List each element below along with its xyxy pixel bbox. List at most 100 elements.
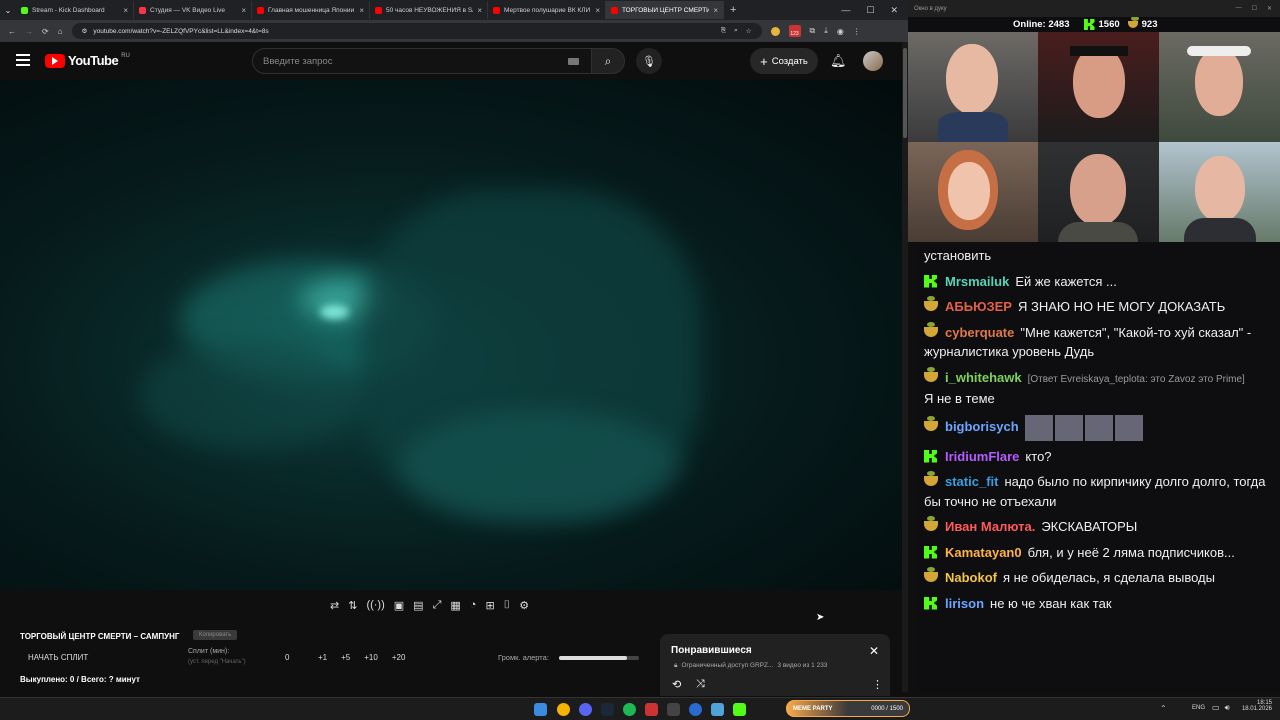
chat-username[interactable]: i_whitehawk (945, 370, 1022, 385)
app-gray-icon[interactable] (667, 703, 680, 716)
tab-close-icon[interactable]: × (359, 6, 364, 15)
bookmark-star-icon[interactable]: ☆ (746, 27, 752, 35)
kick-app-icon[interactable] (733, 703, 746, 716)
clock[interactable]: 18:15 18.01.2026 (1236, 700, 1272, 712)
telegram-icon[interactable] (711, 703, 724, 716)
chat-scrollbar[interactable] (1274, 243, 1280, 693)
chat-messages[interactable]: установить Mrsmailuk Ей же кажется ... АБЬЮ… (918, 243, 1280, 693)
page-scrollbar-thumb[interactable] (903, 48, 907, 138)
start-menu-icon[interactable] (534, 703, 547, 716)
install-icon[interactable]: ⎘ (721, 27, 726, 35)
chat-username[interactable]: Иван Малюта. (945, 519, 1035, 534)
forward-icon[interactable]: → (25, 27, 33, 36)
tab-close-icon[interactable]: × (477, 6, 482, 15)
speed-icon[interactable]: ◔ (470, 599, 477, 612)
profile-icon[interactable]: ◉ (837, 27, 844, 36)
minimize-icon[interactable]: — (841, 5, 850, 16)
extension-badge-icon[interactable]: 123 (788, 25, 801, 37)
search-button[interactable]: ⌕ (591, 48, 625, 74)
shuffle-icon[interactable]: ⤨ (696, 678, 705, 691)
discord-icon[interactable] (579, 703, 592, 716)
add-screen-icon[interactable]: ⊞ (485, 599, 494, 612)
chat-username[interactable]: static_fit (945, 474, 998, 489)
chat-username[interactable]: Nabokof (945, 570, 997, 585)
close-window-icon[interactable]: ✕ (890, 5, 898, 16)
tab-favicon-icon (375, 6, 382, 14)
site-info-icon[interactable]: ⚙ (82, 27, 88, 35)
app-red-icon[interactable] (645, 703, 658, 716)
broadcast-icon[interactable]: ((·)) (366, 599, 384, 612)
video-player[interactable] (0, 80, 902, 590)
voice-search-button[interactable]: 🎙︎ (636, 48, 662, 74)
language-indicator[interactable]: ENG (1192, 705, 1205, 711)
back-icon[interactable]: ← (8, 27, 16, 36)
split-step-button[interactable]: +20 (392, 653, 406, 662)
split-step-button[interactable]: +10 (364, 653, 378, 662)
extension-yellow-icon[interactable] (770, 26, 780, 36)
meme-party-widget[interactable]: MEME PARTY 0000 / 1500 (786, 700, 910, 717)
new-tab-button[interactable]: + (724, 4, 742, 16)
chat-username[interactable]: Mrsmailuk (945, 274, 1009, 289)
resize-icon[interactable]: ⤢ (433, 599, 442, 612)
chat-minimize-icon[interactable]: — (1236, 5, 1242, 12)
network-icon[interactable]: ▭ (1212, 703, 1220, 713)
chat-username[interactable]: bigborisych (945, 419, 1019, 434)
browser-tab[interactable]: 50 часов НЕУВОЖЕНИЯ в SAI × (370, 1, 488, 19)
browser-tab[interactable]: Главная мошенница Японии × (252, 1, 370, 19)
video-settings-icon[interactable]: ▣ (394, 599, 404, 612)
notifications-bell-icon[interactable]: 🔔︎ (830, 53, 847, 69)
tab-close-icon[interactable]: × (713, 6, 718, 15)
reload-icon[interactable]: ⟳ (42, 27, 49, 36)
steam-icon[interactable] (601, 703, 614, 716)
split-step-button[interactable]: +5 (341, 653, 350, 662)
copy-title-button[interactable]: Копировать (193, 630, 238, 640)
browser-tab[interactable]: Stream - Kick Dashboard × (16, 1, 134, 19)
app-blue-icon[interactable] (689, 703, 702, 716)
screenshot-icon[interactable]: ⌷ (504, 599, 511, 612)
youtube-logo[interactable]: YouTube RU (45, 53, 130, 68)
extensions-puzzle-icon[interactable]: ⧉ (810, 26, 816, 36)
split-step-button[interactable]: +1 (318, 653, 327, 662)
playlist-loop-icon[interactable]: ⟲ (672, 678, 681, 691)
alert-volume-slider[interactable] (559, 656, 639, 660)
volume-icon[interactable]: 🔊︎ (1225, 703, 1230, 713)
tab-menu-icon[interactable]: ⌄ (0, 6, 16, 15)
avatar[interactable] (863, 51, 883, 71)
spotify-icon[interactable] (623, 703, 636, 716)
zoom-icon[interactable]: ⌕ (734, 27, 738, 35)
sort-icon[interactable]: ⇅ (348, 599, 357, 612)
settings-gear-icon[interactable]: ⚙ (519, 599, 529, 612)
more-options-icon[interactable]: ⋮ (872, 678, 883, 691)
create-button[interactable]: + Создать (750, 48, 818, 74)
hamburger-menu-icon[interactable] (16, 54, 30, 66)
close-icon[interactable]: ✕ (869, 644, 879, 658)
keyboard-icon[interactable] (568, 57, 579, 65)
url-field[interactable]: ⚙ youtube.com/watch?v=-ZELZQfVPYc&list=L… (71, 23, 762, 39)
tray-arrow-icon[interactable]: ⌃ (1160, 704, 1167, 713)
browser-tab[interactable]: Мертвое полушарие ВК КЛИ × (488, 1, 606, 19)
clapper-icon[interactable]: ▤ (413, 599, 423, 612)
loop-icon[interactable]: ⇄ (330, 599, 339, 612)
split-value-input[interactable]: 0 (285, 653, 289, 662)
chat-close-icon[interactable]: ✕ (1267, 5, 1272, 12)
browser-tab[interactable]: Студия — VK Видео Live × (134, 1, 252, 19)
chat-username[interactable]: Kamatayan0 (945, 545, 1022, 560)
tab-close-icon[interactable]: × (241, 6, 246, 15)
maximize-icon[interactable]: ☐ (866, 5, 874, 16)
film-icon[interactable]: ▦ (450, 599, 460, 612)
browser-tab[interactable]: ТОРГОВЫЙ ЦЕНТР СМЕРТИ × (606, 1, 724, 19)
chat-username[interactable]: IridiumFlare (945, 449, 1019, 464)
downloads-icon[interactable]: ⤓ (824, 26, 828, 36)
browser-menu-icon[interactable]: ⋮ (853, 27, 861, 36)
chat-reply-reference[interactable]: [Ответ Evreiskaya_teplota: это Zavoz это… (1028, 374, 1245, 385)
chrome-icon[interactable] (557, 703, 570, 716)
home-icon[interactable]: ⌂ (58, 27, 63, 36)
chat-username[interactable]: lirison (945, 596, 984, 611)
start-split-button[interactable]: НАЧАТЬ СПЛИТ (28, 653, 88, 662)
chat-maximize-icon[interactable]: ☐ (1252, 5, 1257, 12)
chat-username[interactable]: АБЬЮЗЕР (945, 299, 1012, 314)
tab-close-icon[interactable]: × (123, 6, 128, 15)
chat-username[interactable]: cyberquate (945, 325, 1014, 340)
tab-close-icon[interactable]: × (595, 6, 600, 15)
search-input[interactable]: Введите запрос (252, 48, 592, 74)
